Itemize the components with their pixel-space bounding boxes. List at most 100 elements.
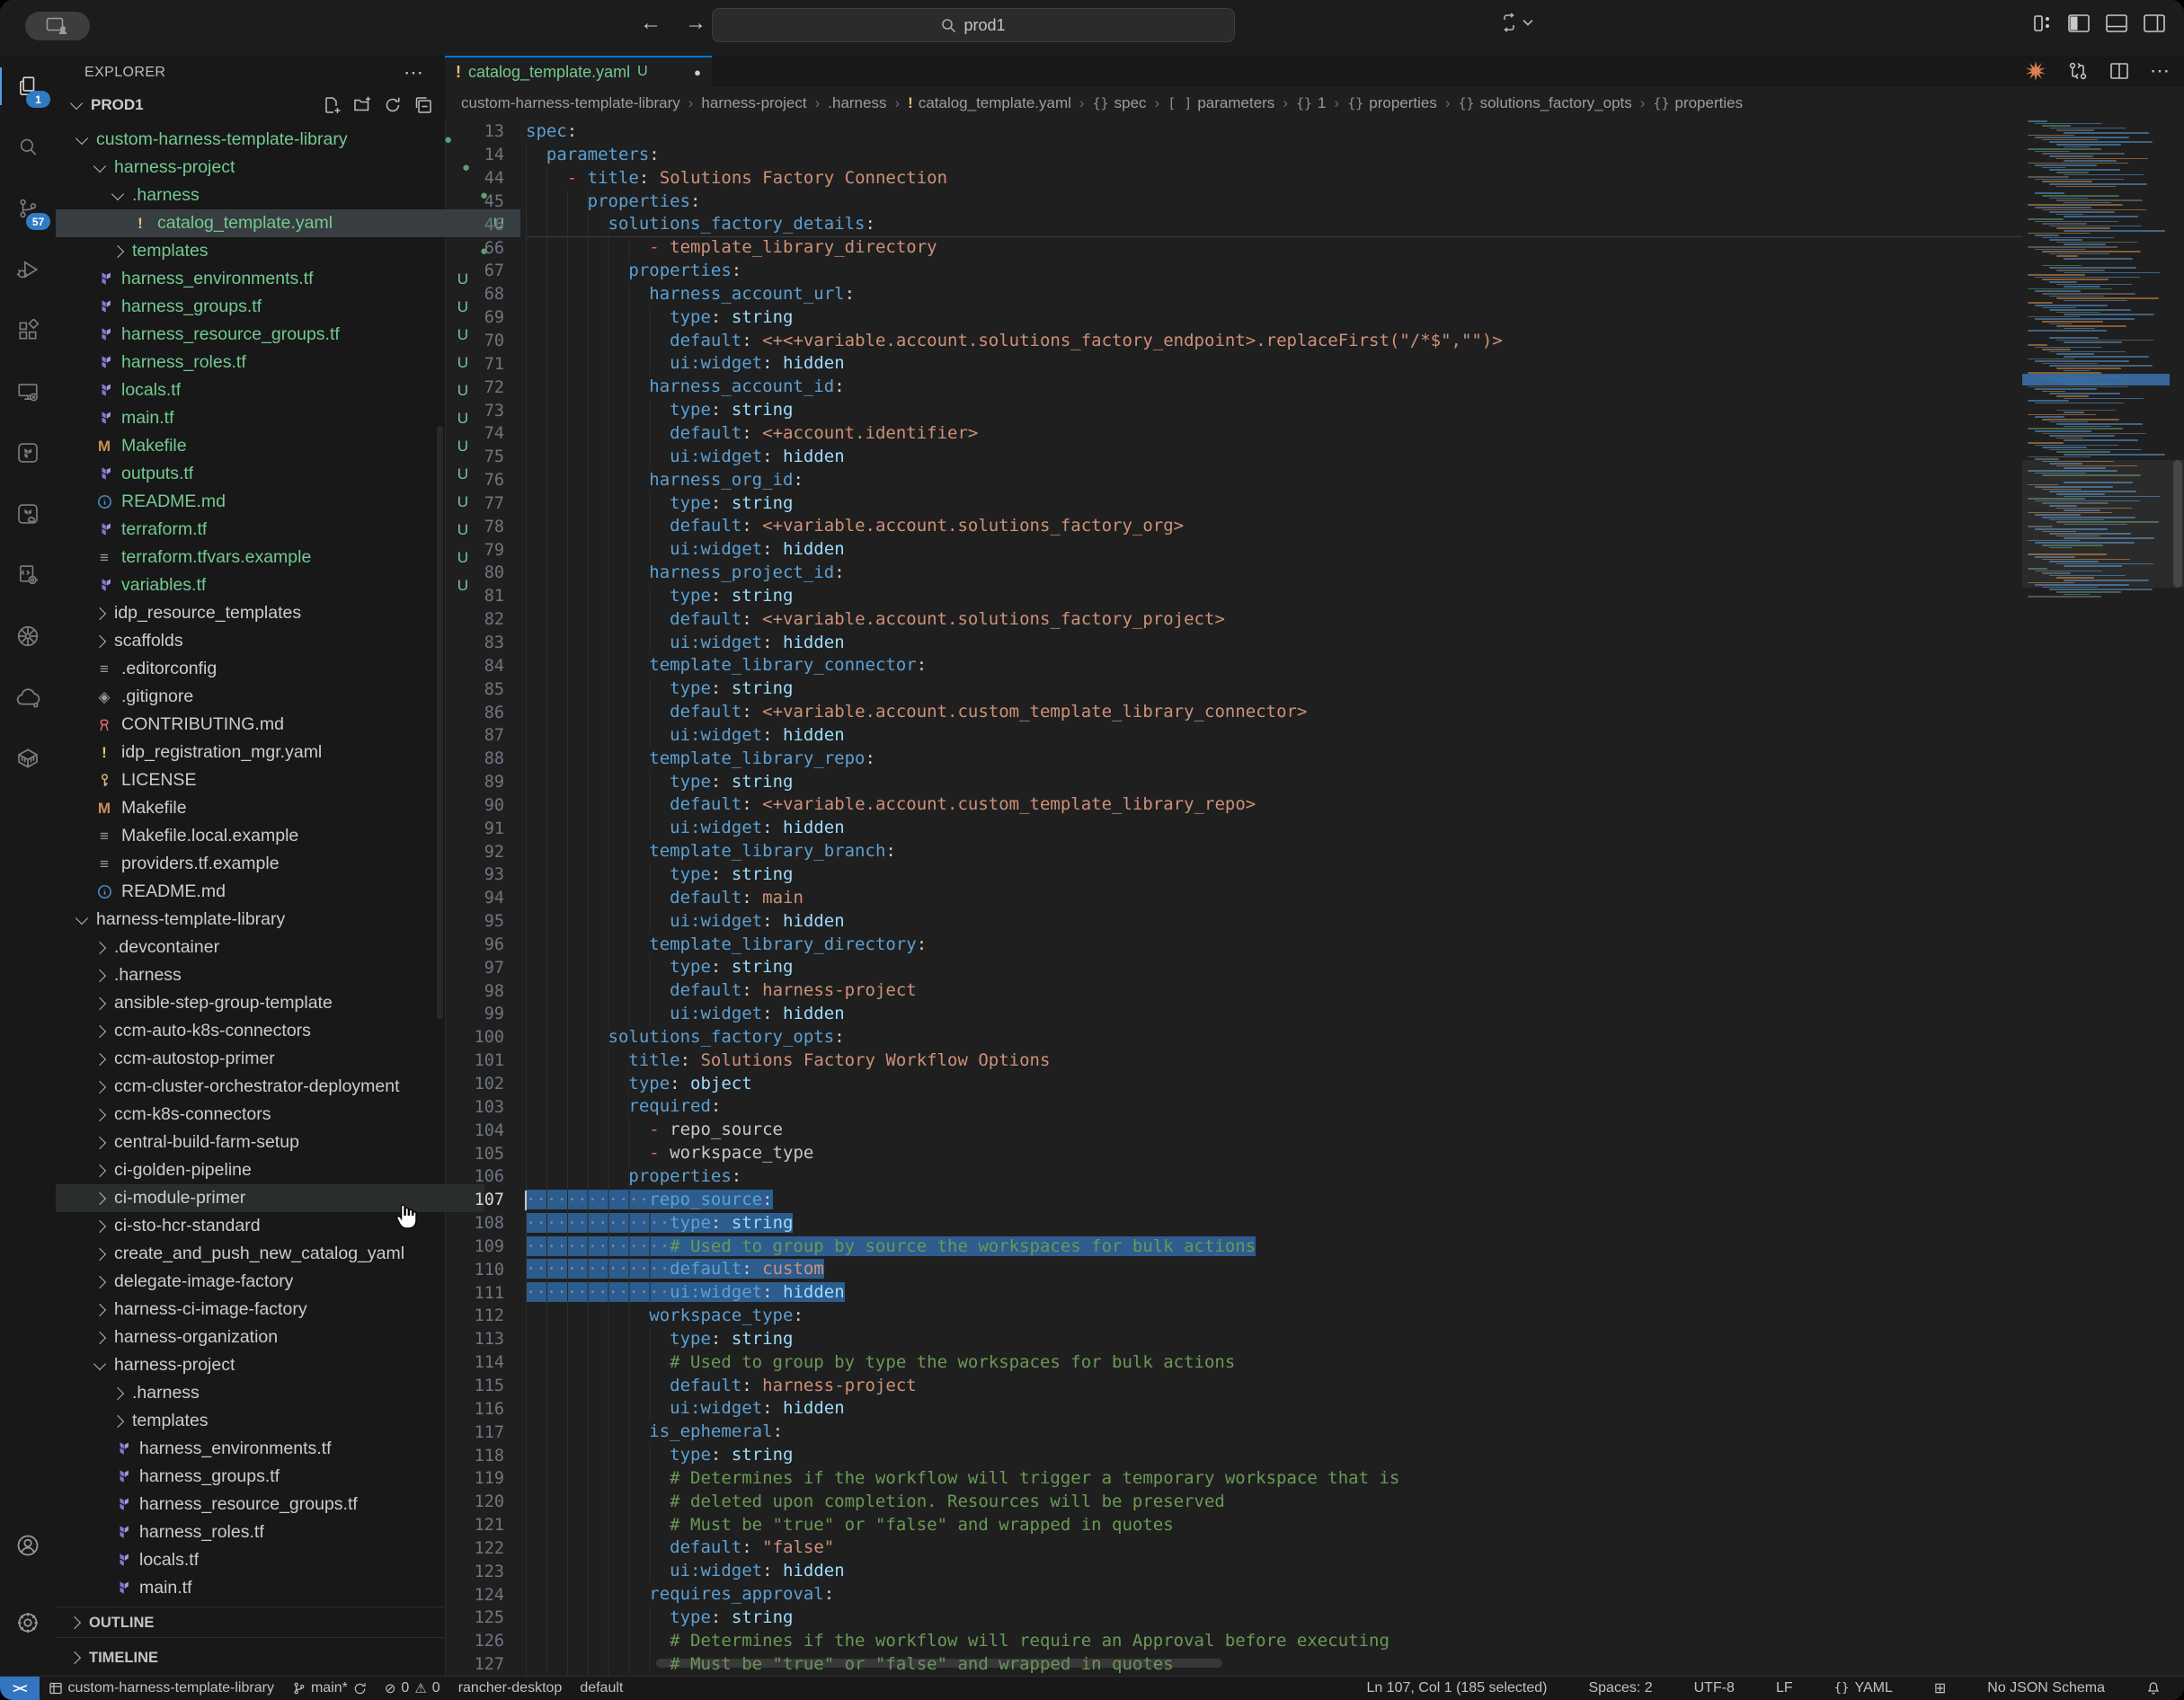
folder--devcontainer[interactable]: .devcontainer — [56, 934, 484, 961]
file-harness-roles-tf[interactable]: harness_roles.tf — [56, 1518, 502, 1546]
file-providers-tf-example[interactable]: ≡providers.tf.example — [56, 850, 484, 878]
activity-source-control[interactable]: 57 — [0, 182, 56, 235]
folder--harness[interactable]: .harness — [56, 961, 484, 989]
command-center-search[interactable]: prod1 — [712, 8, 1235, 42]
workspace-section-prod1[interactable]: PROD1 — [56, 90, 445, 120]
file-license[interactable]: LICENSE — [56, 766, 484, 794]
status-rancher-desktop[interactable]: rancher-desktop — [449, 1677, 572, 1700]
status-schema-store[interactable]: ⊞ — [1925, 1677, 1955, 1700]
code-line-66[interactable]: 66 - template_library_directory — [445, 236, 2022, 260]
code-line-13[interactable]: 13spec: — [445, 120, 2022, 144]
status-cursor-position[interactable]: Ln 107, Col 1 (185 selected) — [1357, 1677, 1556, 1700]
code-line-117[interactable]: 117 is_ephemeral: — [445, 1421, 2022, 1444]
code-editor[interactable]: 13spec:14 parameters:44 - title: Solutio… — [445, 120, 2022, 1677]
toggle-panel-icon[interactable] — [2105, 13, 2128, 34]
code-line-94[interactable]: 94 default: main — [445, 887, 2022, 910]
folder-idp-resource-templates[interactable]: idp_resource_templates — [56, 599, 484, 627]
code-line-123[interactable]: 123 ui:widget: hidden — [445, 1560, 2022, 1583]
code-line-85[interactable]: 85 type: string — [445, 677, 2022, 701]
folder-ci-module-primer[interactable]: ci-module-primer — [56, 1184, 484, 1212]
sidebar-scrollbar[interactable] — [437, 426, 443, 1019]
code-line-109[interactable]: 109··············# Used to group by sour… — [445, 1235, 2022, 1259]
file-locals-tf[interactable]: locals.tfU — [56, 376, 484, 404]
file-harness-environments-tf[interactable]: harness_environments.tf — [56, 1435, 502, 1463]
file-main-tf[interactable]: main.tfU — [56, 404, 484, 432]
code-line-76[interactable]: 76 harness_org_id: — [445, 469, 2022, 492]
breadcrumb-item-spec[interactable]: {}spec — [1093, 94, 1147, 112]
code-line-70[interactable]: 70 default: <+<+variable.account.solutio… — [445, 330, 2022, 353]
code-line-122[interactable]: 122 default: "false" — [445, 1536, 2022, 1560]
customize-layout-icon[interactable] — [2031, 13, 2053, 34]
status-language-mode[interactable]: {}YAML — [1825, 1677, 1902, 1700]
code-line-73[interactable]: 73 type: string — [445, 399, 2022, 422]
breadcrumb-item--harness[interactable]: .harness — [828, 94, 886, 112]
folder-central-build-farm-setup[interactable]: central-build-farm-setup — [56, 1129, 484, 1156]
code-line-125[interactable]: 125 type: string — [445, 1607, 2022, 1630]
activity-terraform[interactable] — [0, 426, 56, 480]
code-line-121[interactable]: 121 # Must be "true" or "false" and wrap… — [445, 1514, 2022, 1537]
scrollbar-thumb[interactable] — [2173, 460, 2182, 588]
activity-search[interactable] — [0, 120, 56, 174]
activity-run-and-debug[interactable] — [0, 243, 56, 297]
folder-harness-project[interactable]: harness-project● — [56, 154, 484, 182]
vertical-scrollbar[interactable] — [2171, 120, 2184, 1677]
code-line-67[interactable]: 67 properties: — [445, 260, 2022, 283]
minimap-viewport[interactable] — [2022, 460, 2184, 588]
code-line-69[interactable]: 69 type: string — [445, 306, 2022, 330]
folder-create-and-push-new-catalog-yaml[interactable]: create_and_push_new_catalog_yaml — [56, 1240, 484, 1268]
activity-remote-explorer[interactable] — [0, 365, 56, 419]
breadcrumb-item-catalog-template-yaml[interactable]: !catalog_template.yaml — [908, 94, 1071, 112]
code-line-116[interactable]: 116 ui:widget: hidden — [445, 1397, 2022, 1421]
code-line-71[interactable]: 71 ui:widget: hidden — [445, 352, 2022, 376]
more-actions-icon[interactable]: ⋯ — [2150, 59, 2171, 83]
status-json-schema[interactable]: No JSON Schema — [1978, 1677, 2114, 1700]
file-main-tf[interactable]: main.tf — [56, 1574, 502, 1602]
status-workspace-name[interactable]: custom-harness-template-library — [40, 1677, 283, 1700]
code-line-126[interactable]: 126 # Determines if the workflow will re… — [445, 1630, 2022, 1653]
folder-ci-sto-hcr-standard[interactable]: ci-sto-hcr-standard — [56, 1212, 484, 1240]
code-line-89[interactable]: 89 type: string — [445, 771, 2022, 794]
code-line-115[interactable]: 115 default: harness-project — [445, 1375, 2022, 1398]
breadcrumb-item-properties[interactable]: {}properties — [1347, 94, 1437, 112]
file-harness-groups-tf[interactable]: harness_groups.tf — [56, 1463, 502, 1491]
code-line-82[interactable]: 82 default: <+variable.account.solutions… — [445, 608, 2022, 632]
code-line-124[interactable]: 124 requires_approval: — [445, 1583, 2022, 1607]
file-harness-roles-tf[interactable]: harness_roles.tfU — [56, 349, 484, 376]
code-line-81[interactable]: 81 type: string — [445, 585, 2022, 608]
activity-code-tools[interactable] — [0, 548, 56, 602]
activity-explorer[interactable]: 1 — [0, 59, 56, 113]
folder-harness-organization[interactable]: harness-organization — [56, 1324, 484, 1351]
tab-catalog-template-yaml[interactable]: ! catalog_template.yaml U ● — [445, 56, 712, 86]
file-terraform-tfvars-example[interactable]: ≡terraform.tfvars.exampleU — [56, 544, 484, 571]
code-line-99[interactable]: 99 ui:widget: hidden — [445, 1003, 2022, 1026]
activity-extensions[interactable] — [0, 304, 56, 358]
file-readme-md[interactable]: README.md — [56, 878, 484, 906]
breadcrumb-item-custom-harness-template-library[interactable]: custom-harness-template-library — [461, 94, 680, 112]
new-folder-icon[interactable] — [353, 96, 371, 114]
code-line-84[interactable]: 84 template_library_connector: — [445, 654, 2022, 677]
code-line-103[interactable]: 103 required: — [445, 1095, 2022, 1119]
copilot-icon[interactable] — [2024, 59, 2047, 83]
screen-share-indicator[interactable] — [25, 12, 90, 40]
folder-ccm-auto-k8s-connectors[interactable]: ccm-auto-k8s-connectors — [56, 1017, 484, 1045]
code-line-107[interactable]: 107············repo_source: — [445, 1189, 2022, 1212]
code-line-96[interactable]: 96 template_library_directory: — [445, 934, 2022, 957]
code-line-83[interactable]: 83 ui:widget: hidden — [445, 632, 2022, 655]
file-harness-environments-tf[interactable]: harness_environments.tfU — [56, 265, 484, 293]
file-locals-tf[interactable]: locals.tf — [56, 1546, 502, 1574]
code-line-45[interactable]: 45 properties: — [445, 190, 2022, 214]
code-line-86[interactable]: 86 default: <+variable.account.custom_te… — [445, 701, 2022, 724]
activity-kubernetes[interactable] — [0, 609, 56, 663]
folder-harness-project[interactable]: harness-project — [56, 1351, 484, 1379]
folder-ccm-autostop-primer[interactable]: ccm-autostop-primer — [56, 1045, 484, 1073]
code-line-113[interactable]: 113 type: string — [445, 1328, 2022, 1351]
activity-terraform-cloud[interactable] — [0, 487, 56, 541]
code-line-79[interactable]: 79 ui:widget: hidden — [445, 538, 2022, 562]
split-editor-icon[interactable] — [2109, 60, 2130, 82]
code-line-93[interactable]: 93 type: string — [445, 863, 2022, 887]
explorer-more-actions[interactable]: ⋯ — [404, 61, 425, 84]
file-makefile[interactable]: MMakefile — [56, 794, 484, 822]
file-makefile[interactable]: MMakefileU — [56, 432, 484, 460]
code-line-90[interactable]: 90 default: <+variable.account.custom_te… — [445, 793, 2022, 817]
code-line-98[interactable]: 98 default: harness-project — [445, 979, 2022, 1003]
